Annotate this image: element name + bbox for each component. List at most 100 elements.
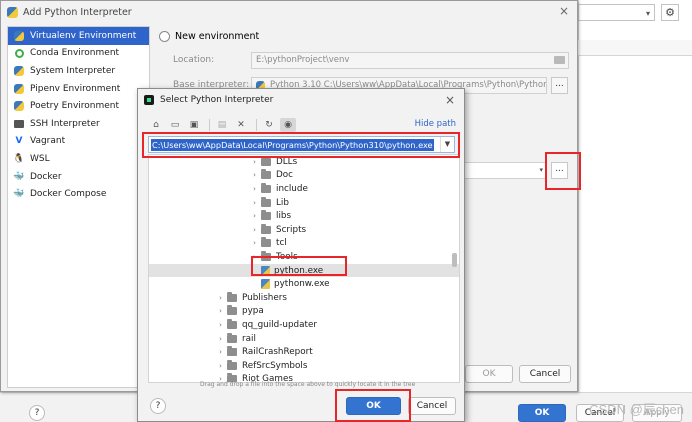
file-tree-folder[interactable]: › libs [149,209,459,223]
tree-item-label: Scripts [276,224,307,235]
settings-help-button[interactable]: ? [29,405,45,421]
chevron-right-icon[interactable]: › [216,348,225,356]
location-label: Location: [173,55,215,65]
chevron-right-icon[interactable]: › [216,294,225,302]
tree-item-label: RailCrashReport [242,347,313,358]
file-tree-folder[interactable]: › Scripts [149,223,459,237]
sidebar-item-ssh[interactable]: SSH Interpreter [8,115,149,133]
settings-ok-button[interactable]: OK [518,404,566,422]
delete-icon[interactable]: ✕ [233,118,249,132]
tree-item-label: pythonw.exe [274,279,330,290]
folder-icon[interactable] [554,56,565,64]
tree-item-label: qq_guild-updater [242,319,317,330]
show-hidden-icon[interactable]: ◉ [280,118,296,132]
new-folder-icon[interactable]: ▤ [214,118,230,132]
tree-item-label: Tools [276,251,298,262]
sidebar-item-conda[interactable]: Conda Environment [8,45,149,63]
chevron-down-icon: ▾ [539,166,543,174]
chevron-right-icon[interactable]: › [250,226,259,234]
chevron-right-icon[interactable]: › [250,212,259,220]
file-tree-folder[interactable]: › RefSrcSymbols [149,359,459,373]
chevron-right-icon[interactable]: › [250,185,259,193]
new-environment-radio[interactable]: New environment [159,31,259,42]
dialog-title: Select Python Interpreter [160,95,274,105]
file-tree-folder[interactable]: › pypa [149,305,459,319]
ssh-icon [13,118,25,130]
interpreter-combo[interactable]: ▾ [578,4,655,21]
help-button[interactable]: ? [150,398,166,414]
pipenv-icon [13,83,25,95]
sidebar-item-label: Pipenv Environment [30,83,121,94]
file-tree-file[interactable]: pythonw.exe [149,277,459,291]
file-tree-folder[interactable]: › RailCrashReport [149,345,459,359]
sidebar-item-label: System Interpreter [30,65,116,76]
dialog-title-bar: Add Python Interpreter [1,1,577,23]
file-tree-file[interactable]: python.exe [149,263,459,278]
sidebar-item-poetry[interactable]: Poetry Environment [8,97,149,115]
add-dialog-ok-button[interactable]: OK [465,365,513,383]
project-icon[interactable]: ▣ [186,118,202,132]
file-tree-folder[interactable]: › Lib [149,196,459,210]
sidebar-item-pipenv[interactable]: Pipenv Environment [8,80,149,98]
drag-drop-hint: Drag and drop a file into the space abov… [200,381,416,388]
add-dialog-cancel-button[interactable]: Cancel [519,365,571,383]
file-tree-folder[interactable]: › DLLs [149,155,459,169]
location-field[interactable]: E:\pythonProject\venv [251,52,569,69]
refresh-icon[interactable]: ↻ [261,118,277,132]
vagrant-icon: V [15,136,23,147]
chevron-right-icon[interactable]: › [250,158,259,166]
chevron-down-icon[interactable]: ▼ [440,137,454,152]
file-tree-folder[interactable]: › qq_guild-updater [149,318,459,332]
file-tree-folder[interactable]: › tcl [149,237,459,251]
tree-item-label: include [276,183,308,194]
chevron-right-icon[interactable]: › [250,239,259,247]
sidebar-item-label: Conda Environment [30,48,120,59]
hide-path-link[interactable]: Hide path [415,119,456,129]
docker-compose-icon: 🐳 [13,189,25,200]
select-cancel-button[interactable]: Cancel [408,397,456,415]
chevron-right-icon[interactable]: › [250,199,259,207]
folder-icon [227,305,237,316]
sidebar-item-system[interactable]: System Interpreter [8,62,149,80]
browse-base-button[interactable]: ... [551,77,568,94]
python-icon [13,65,25,77]
chevron-right-icon[interactable]: › [216,321,225,329]
home-icon[interactable]: ⌂ [148,118,164,132]
sidebar-item-label: Virtualenv Environment [30,30,137,41]
sidebar-item-label: WSL [30,153,50,164]
file-tree-folder[interactable]: › include [149,182,459,196]
chevron-right-icon[interactable]: › [216,362,225,370]
watermark: CSDN @辰chen [589,402,684,417]
tree-item-label: pypa [242,306,264,317]
existing-interpreter-field[interactable]: ▾ [461,162,547,179]
folder-icon [261,237,271,248]
chevron-right-icon[interactable]: › [216,307,225,315]
sidebar-item-label: Docker Compose [30,189,107,200]
file-tree-folder[interactable]: › rail [149,332,459,346]
desktop-icon[interactable]: ▭ [167,118,183,132]
sidebar-item-wsl[interactable]: 🐧 WSL [8,150,149,168]
browse-interpreter-button[interactable]: ... [551,162,568,179]
chevron-right-icon[interactable]: › [250,171,259,179]
file-tree-folder[interactable]: › Tools [149,250,459,264]
gear-icon[interactable]: ⚙ [661,4,679,21]
package-table-header [578,40,692,56]
folder-icon [261,196,271,207]
close-icon[interactable]: × [559,4,569,18]
file-tree-folder[interactable]: › Doc [149,169,459,183]
sidebar-item-vagrant[interactable]: V Vagrant [8,133,149,151]
dialog-title: Add Python Interpreter [23,6,132,18]
ide-settings-panel [578,0,692,422]
docker-icon: 🐳 [13,171,25,182]
tree-scrollbar[interactable] [452,253,457,267]
path-input[interactable]: C:\Users\ww\AppData\Local\Programs\Pytho… [148,136,455,153]
chevron-right-icon[interactable]: › [250,253,259,261]
sidebar-item-docker-compose[interactable]: 🐳 Docker Compose [8,185,149,203]
select-ok-button[interactable]: OK [346,397,401,415]
chevron-right-icon[interactable]: › [216,335,225,343]
file-tree-folder[interactable]: › Publishers [149,291,459,305]
folder-icon [261,250,271,261]
sidebar-item-docker[interactable]: 🐳 Docker [8,168,149,186]
sidebar-item-virtualenv[interactable]: Virtualenv Environment [8,27,149,45]
close-icon[interactable]: × [445,93,455,107]
